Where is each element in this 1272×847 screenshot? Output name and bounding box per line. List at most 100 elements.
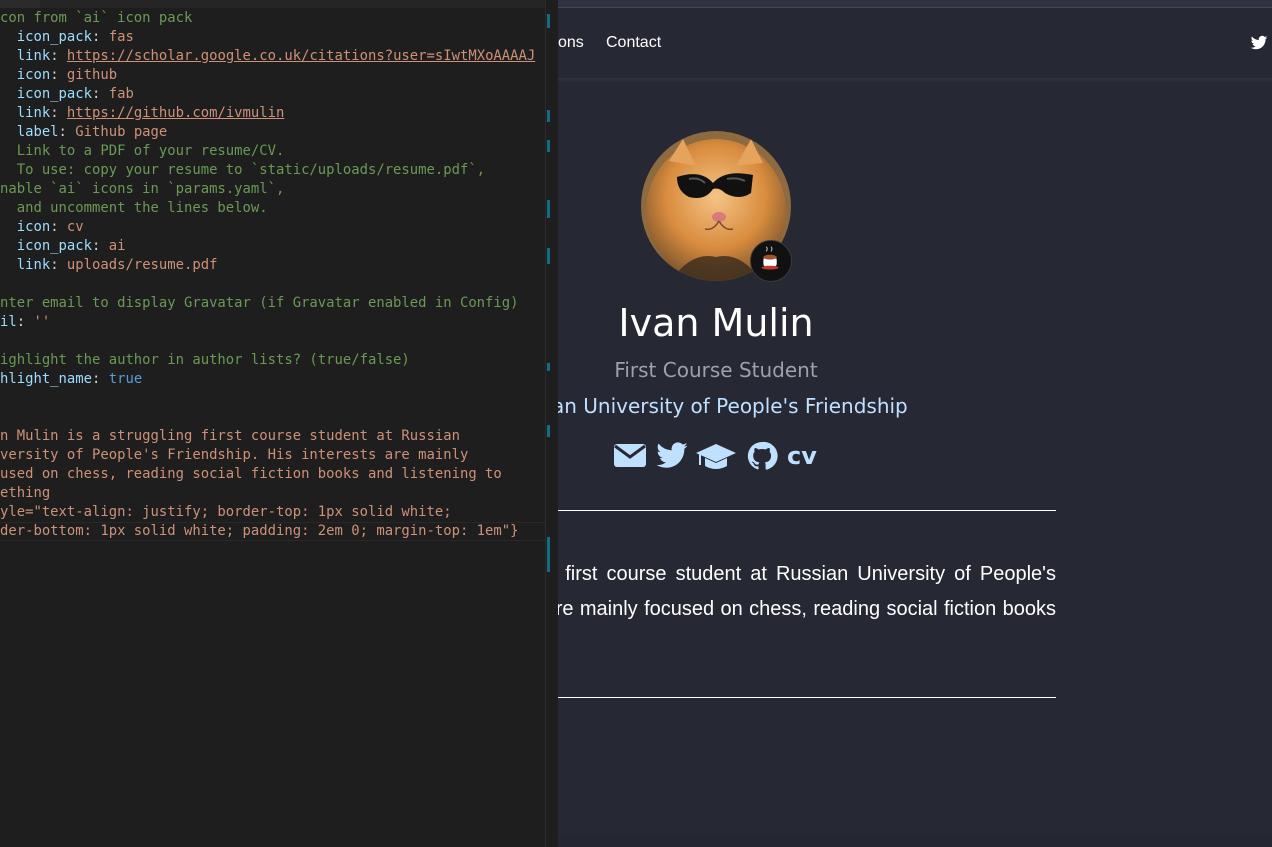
code-line[interactable]: link: https://github.com/ivmulin xyxy=(0,104,535,123)
code-line[interactable]: con from `ai` icon pack xyxy=(0,9,535,28)
code-token: '' xyxy=(33,314,51,330)
code-token: der-bottom: 1px solid white; padding: 2e… xyxy=(0,523,519,539)
code-token: To use: copy your resume to `static/uplo… xyxy=(0,162,486,178)
code-token: n Mulin is a struggling first course stu… xyxy=(0,428,460,444)
github-icon[interactable] xyxy=(746,438,778,474)
twitter-icon[interactable] xyxy=(1250,34,1268,52)
code-line[interactable]: ething xyxy=(0,484,535,503)
code-token: icon_pack xyxy=(0,86,92,102)
browser-top-edge xyxy=(558,0,1272,8)
code-token: fas xyxy=(108,29,134,45)
code-token: yle="text-align: justify; border-top: 1p… xyxy=(0,504,452,520)
code-line[interactable]: To use: copy your resume to `static/uplo… xyxy=(0,161,535,180)
diff-marker xyxy=(547,200,550,218)
code-line[interactable]: der-bottom: 1px solid white; padding: 2e… xyxy=(0,522,535,541)
code-line[interactable]: hlight_name: true xyxy=(0,370,535,389)
envelope-icon[interactable] xyxy=(614,438,646,474)
code-line[interactable] xyxy=(0,332,535,351)
code-token: : xyxy=(50,105,67,121)
code-token: icon xyxy=(0,67,51,83)
code-line[interactable]: link: https://scholar.google.co.uk/citat… xyxy=(0,47,536,66)
diff-marker xyxy=(547,537,550,572)
code-line[interactable]: Link to a PDF of your resume/CV. xyxy=(0,142,535,161)
code-token: ai xyxy=(108,238,126,254)
code-line[interactable]: and uncomment the lines below. xyxy=(0,199,535,218)
code-token: : xyxy=(58,124,76,140)
code-token: ething xyxy=(0,485,51,501)
profile-name: Ivan Mulin xyxy=(618,301,814,345)
code-token: nable `ai` icons in `params.yaml`, xyxy=(0,181,285,197)
code-line[interactable] xyxy=(0,389,535,408)
code-token: : xyxy=(50,48,67,64)
code-token: used on chess, reading social fiction bo… xyxy=(0,466,502,482)
code-token: Github page xyxy=(75,124,168,140)
code-token: : xyxy=(92,371,109,387)
code-token: Link to a PDF of your resume/CV. xyxy=(0,143,285,159)
code-line[interactable]: nable `ai` icons in `params.yaml`, xyxy=(0,180,535,199)
code-line[interactable]: icon: github xyxy=(0,66,535,85)
gutter xyxy=(546,0,558,847)
code-token: hlight_name xyxy=(0,371,92,387)
navbar-shadow xyxy=(558,78,1272,83)
code-token: uploads/resume.pdf xyxy=(66,257,218,273)
diff-marker xyxy=(547,140,550,152)
diff-marker xyxy=(547,363,550,371)
code-token: : xyxy=(16,314,34,330)
code-token: il xyxy=(0,314,17,330)
code-editor[interactable]: con from `ai` icon pack icon_pack: fas l… xyxy=(0,0,546,847)
editor-tab-strip xyxy=(0,0,546,8)
code-token: https://scholar.google.co.uk/citations?u… xyxy=(66,48,536,64)
bio-divider-top xyxy=(558,510,1056,511)
code-token: true xyxy=(108,371,143,387)
diff-marker xyxy=(547,248,550,264)
code-line[interactable]: yle="text-align: justify; border-top: 1p… xyxy=(0,503,535,522)
code-line[interactable]: versity of People's Friendship. His inte… xyxy=(0,446,535,465)
code-line[interactable] xyxy=(0,408,535,427)
code-line[interactable]: nter email to display Gravatar (if Grava… xyxy=(0,294,535,313)
code-token: : xyxy=(92,29,109,45)
code-token: and uncomment the lines below. xyxy=(0,200,268,216)
diff-marker xyxy=(547,110,550,122)
code-token: link xyxy=(0,48,51,64)
code-line[interactable]: link: uploads/resume.pdf xyxy=(0,256,535,275)
bio-divider-bottom xyxy=(558,697,1056,698)
nav-item-publications[interactable]: ons xyxy=(558,34,584,52)
code-line[interactable]: used on chess, reading social fiction bo… xyxy=(0,465,535,484)
bio-text: Ivan Mulin is a struggling first course … xyxy=(558,563,1056,620)
code-token: link xyxy=(0,257,51,273)
code-token: label xyxy=(0,124,59,140)
code-token: : xyxy=(92,238,109,254)
bio-container: Ivan Mulin is a struggling first course … xyxy=(558,550,1272,660)
code-line[interactable]: icon_pack: fas xyxy=(0,28,535,47)
code-line[interactable]: ighlight the author in author lists? (tr… xyxy=(0,351,535,370)
code-content[interactable]: con from `ai` icon pack icon_pack: fas l… xyxy=(0,9,535,541)
diff-marker xyxy=(547,425,550,437)
twitter-icon[interactable] xyxy=(655,438,689,474)
diff-marker xyxy=(547,14,550,28)
code-token: con from `ai` icon pack xyxy=(0,10,193,26)
code-token: cv xyxy=(66,219,84,235)
code-line[interactable]: icon_pack: fab xyxy=(0,85,535,104)
code-token: versity of People's Friendship. His inte… xyxy=(0,447,469,463)
cv-link[interactable]: cv xyxy=(787,438,823,474)
code-token: fab xyxy=(108,86,134,102)
navbar: ons Contact xyxy=(558,8,1272,83)
code-token: github xyxy=(66,67,118,83)
editor-tab[interactable] xyxy=(40,0,546,8)
code-token: link xyxy=(0,105,51,121)
nav-item-contact[interactable]: Contact xyxy=(606,34,661,52)
site-preview: ons Contact Ivan Mulin First Course Stud… xyxy=(558,0,1272,847)
code-line[interactable]: icon: cv xyxy=(0,218,535,237)
page-bottom-edge xyxy=(558,835,1272,847)
profile-organization[interactable]: an University of People's Friendship xyxy=(558,394,942,418)
code-token: icon_pack xyxy=(0,29,92,45)
graduation-cap-icon[interactable] xyxy=(696,438,736,474)
code-line[interactable]: il: '' xyxy=(0,313,535,332)
code-line[interactable] xyxy=(0,275,535,294)
profile-role: First Course Student xyxy=(614,358,818,382)
code-line[interactable]: n Mulin is a struggling first course stu… xyxy=(0,427,535,446)
code-line[interactable]: label: Github page xyxy=(0,123,535,142)
code-line[interactable]: icon_pack: ai xyxy=(0,237,535,256)
code-token: : xyxy=(50,219,67,235)
code-token: ighlight the author in author lists? (tr… xyxy=(0,352,410,368)
